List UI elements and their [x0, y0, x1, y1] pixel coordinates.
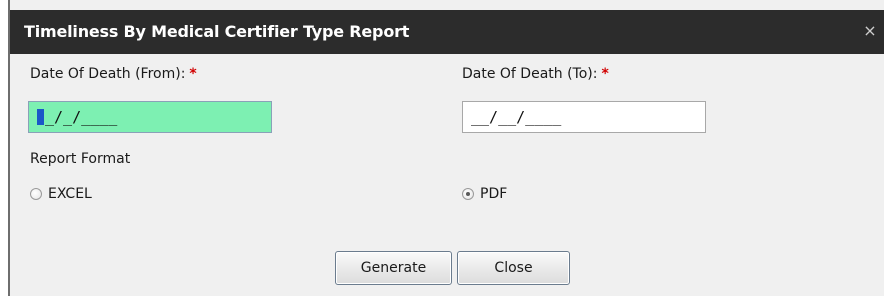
- generate-button[interactable]: Generate: [335, 251, 452, 285]
- close-icon[interactable]: ×: [862, 21, 878, 41]
- date-to-value: __/__/____: [471, 108, 562, 126]
- close-button[interactable]: Close: [457, 251, 570, 285]
- date-from-required-mark: *: [189, 66, 197, 82]
- date-from-input[interactable]: _/_/____: [28, 101, 272, 133]
- dialog-title: Timeliness By Medical Certifier Type Rep…: [24, 22, 410, 41]
- pdf-radio-button[interactable]: [462, 188, 474, 200]
- date-from-label-text: Date Of Death (From):: [30, 66, 186, 82]
- radio-option-pdf[interactable]: PDF: [462, 186, 507, 202]
- text-cursor: [37, 109, 44, 125]
- excel-radio-button[interactable]: [30, 188, 42, 200]
- date-from-label: Date Of Death (From): *: [30, 66, 197, 82]
- report-dialog: Timeliness By Medical Certifier Type Rep…: [8, 0, 884, 296]
- date-to-label: Date Of Death (To): *: [462, 66, 609, 82]
- date-from-value: _/_/____: [45, 108, 118, 126]
- dialog-title-bar: Timeliness By Medical Certifier Type Rep…: [10, 10, 884, 54]
- date-to-input[interactable]: __/__/____: [462, 101, 706, 133]
- date-to-label-text: Date Of Death (To):: [462, 66, 598, 82]
- pdf-radio-label: PDF: [480, 186, 508, 202]
- radio-option-excel[interactable]: EXCEL: [30, 186, 92, 202]
- date-to-required-mark: *: [601, 66, 609, 82]
- excel-radio-label: EXCEL: [48, 186, 92, 202]
- report-format-label: Report Format: [30, 151, 131, 167]
